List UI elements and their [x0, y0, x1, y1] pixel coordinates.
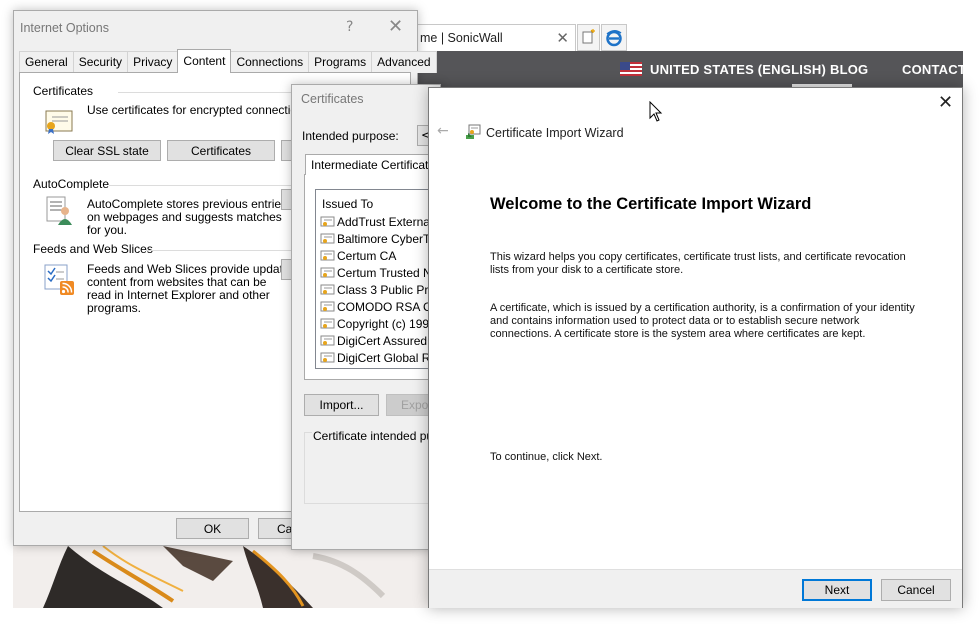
list-item[interactable]: Certum Trusted Ne — [316, 264, 440, 281]
help-icon[interactable]: ? — [346, 19, 353, 35]
issued-to-column-header[interactable]: Issued To — [316, 190, 440, 213]
hero-image — [13, 546, 429, 608]
certificate-name: DigiCert Global Roo — [337, 350, 441, 365]
certificate-wizard-icon — [466, 124, 481, 139]
certificate-name: Certum CA — [337, 248, 397, 263]
certificate-icon — [320, 216, 335, 226]
list-item[interactable]: DigiCert Global Roo — [316, 349, 441, 366]
tab-connections[interactable]: Connections — [230, 51, 310, 73]
certificates-dialog: Certificates Intended purpose: < Interme… — [291, 84, 441, 550]
certificate-icon — [320, 335, 335, 345]
certificate-name: Certum Trusted Ne — [337, 265, 439, 280]
tab-security[interactable]: Security — [72, 51, 129, 73]
ie-button[interactable] — [601, 24, 627, 51]
list-item[interactable]: COMODO RSA Cer — [316, 298, 441, 315]
clear-ssl-state-button[interactable]: Clear SSL state — [53, 140, 161, 161]
certificate-name: Class 3 Public Prima — [337, 282, 441, 297]
tab-advanced[interactable]: Advanced — [371, 51, 437, 73]
list-item[interactable]: Class 3 Public Prima — [316, 281, 441, 298]
ie-logo-icon — [606, 29, 622, 46]
close-icon[interactable]: ✕ — [938, 92, 953, 113]
list-item[interactable]: Certum CA — [316, 247, 440, 264]
certificate-icon — [320, 284, 335, 294]
certificate-name: Copyright (c) 1997 — [337, 316, 436, 331]
mouse-cursor-icon — [649, 101, 663, 122]
import-button[interactable]: Import... — [304, 394, 379, 416]
wizard-title: Certificate Import Wizard — [486, 126, 624, 140]
close-icon[interactable]: ✕ — [388, 16, 403, 37]
certificate-icon — [320, 352, 335, 362]
certificate-import-wizard: ✕ ← Certificate Import Wizard Welcome to… — [428, 87, 963, 608]
list-item[interactable]: Baltimore CyberTru — [316, 230, 441, 247]
certificate-icon — [320, 250, 335, 260]
region-selector[interactable]: UNITED STATES (ENGLISH) — [650, 62, 826, 77]
certificate-name: AddTrust External — [337, 214, 433, 229]
browser-tab[interactable]: me | SonicWall ✕ — [416, 24, 576, 51]
new-tab-icon — [582, 29, 595, 44]
wizard-description-line-3: connections. A certificate store is the … — [490, 328, 866, 340]
certificate-icon — [45, 110, 73, 134]
wizard-intro-line-1: This wizard helps you copy certificates,… — [490, 251, 906, 263]
list-item[interactable]: Copyright (c) 1997 — [316, 315, 440, 332]
certificates-title: Certificates — [301, 92, 364, 106]
wizard-description-line-2: and contains information used to protect… — [490, 315, 860, 327]
options-tabs: General Security Privacy Content Connect… — [19, 49, 437, 73]
nav-blog-link[interactable]: BLOG — [830, 62, 868, 77]
certificates-group-label: Certificates — [33, 84, 94, 98]
autocomplete-group-label: AutoComplete — [33, 177, 110, 191]
certificates-button[interactable]: Certificates — [167, 140, 275, 161]
tab-close-icon[interactable]: ✕ — [556, 29, 569, 47]
certificate-name: COMODO RSA Cer — [337, 299, 441, 314]
certificates-description: Use certificates for encrypted connectio… — [87, 103, 310, 117]
tab-intermediate-authorities[interactable]: Intermediate Certification — [305, 154, 440, 175]
certificate-icon — [320, 267, 335, 277]
certificate-icon — [320, 318, 335, 328]
certificate-icon — [320, 233, 335, 243]
certificate-name: DigiCert Assured ID — [337, 333, 441, 348]
intended-purpose-label: Intended purpose: — [302, 129, 399, 143]
wizard-footer: Next Cancel — [429, 569, 962, 608]
certificate-icon — [320, 301, 335, 311]
us-flag-icon — [620, 62, 642, 76]
new-tab-button[interactable] — [577, 24, 600, 51]
list-item[interactable]: AddTrust External — [316, 213, 440, 230]
next-button[interactable]: Next — [802, 579, 872, 601]
internet-options-title: Internet Options — [20, 21, 109, 35]
intended-purposes-label: Certificate intended purp — [312, 429, 440, 443]
certificate-name: Baltimore CyberTru — [337, 231, 441, 246]
feeds-description-line-4: programs. — [87, 301, 142, 315]
back-arrow-icon[interactable]: ← — [437, 123, 449, 139]
tab-programs[interactable]: Programs — [308, 51, 373, 73]
nav-contact-link[interactable]: CONTACT — [902, 62, 966, 77]
certificate-list[interactable]: Issued To AddTrust External Baltimore Cy… — [315, 189, 441, 369]
autocomplete-description-line-3: for you. — [87, 223, 128, 237]
tab-general[interactable]: General — [19, 51, 74, 73]
autocomplete-icon — [46, 196, 72, 225]
tab-content[interactable]: Content — [177, 49, 232, 73]
tab-privacy[interactable]: Privacy — [127, 51, 179, 73]
wizard-intro-line-2: lists from your disk to a certificate st… — [490, 264, 684, 276]
browser-tab-title: me | SonicWall — [420, 31, 503, 45]
hero-graphic — [13, 546, 429, 608]
feeds-group-label: Feeds and Web Slices — [33, 242, 153, 256]
feeds-icon — [44, 264, 74, 295]
wizard-heading: Welcome to the Certificate Import Wizard — [490, 195, 812, 213]
list-item[interactable]: DigiCert Assured ID — [316, 332, 441, 349]
ok-button[interactable]: OK — [176, 518, 249, 539]
wizard-description-line-1: A certificate, which is issued by a cert… — [490, 302, 915, 314]
cancel-button[interactable]: Cancel — [881, 579, 951, 601]
wizard-continue-text: To continue, click Next. — [490, 451, 603, 463]
